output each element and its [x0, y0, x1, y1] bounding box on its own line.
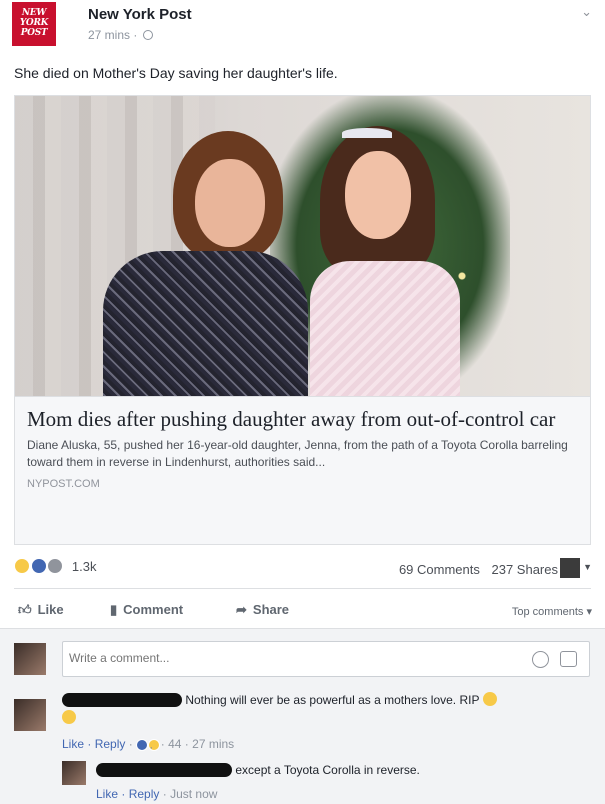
caret-down-icon: ▾ — [586, 606, 592, 618]
reply-1-meta: Like Reply Just now — [96, 787, 217, 801]
comment-input[interactable] — [69, 651, 509, 665]
link-text-area[interactable]: Mom dies after pushing daughter away fro… — [15, 396, 590, 544]
comment-sort-dropdown[interactable]: Top comments ▾ — [512, 605, 592, 618]
divider — [14, 588, 591, 589]
reply-like-link[interactable]: Like — [96, 787, 118, 801]
comment-1-meta: Like Reply 44 27 mins — [62, 737, 234, 751]
action-bar: 👍︎ Like ▮ Comment ➦ Share Top comments ▾ — [14, 596, 594, 624]
sad-emoji-icon — [482, 692, 497, 706]
comment-time[interactable]: 27 mins — [185, 737, 234, 751]
comment-reaction-count: 44 — [161, 737, 182, 751]
link-preview-card[interactable]: Mom dies after pushing daughter away fro… — [14, 95, 591, 545]
post-caption: She died on Mother's Day saving her daug… — [14, 65, 338, 81]
tiara — [342, 128, 392, 138]
new-york-post-logo[interactable]: NEW YORK POST — [12, 2, 56, 46]
like-label: Like — [37, 602, 64, 617]
avatar[interactable] — [62, 761, 86, 785]
link-preview-image[interactable] — [15, 96, 590, 396]
post-header: NEW YORK POST New York Post 27 mins · ⌄ — [12, 2, 592, 48]
reaction-icons[interactable] — [14, 558, 64, 574]
globe-icon — [142, 30, 153, 40]
comment-text: Nothing will ever be as powerful as a mo… — [185, 693, 480, 707]
page-name[interactable]: New York Post — [88, 6, 192, 23]
link-domain: NYPOST.COM — [27, 478, 100, 490]
thumbs-up-icon: 👍︎ — [18, 602, 32, 617]
post-stats: 1.3k 69 Comments 237 Shares ▼ — [14, 558, 594, 582]
comment-composer[interactable] — [62, 641, 590, 677]
sad-reaction-icon — [148, 739, 161, 751]
comments-count[interactable]: 69 Comments — [399, 562, 480, 577]
comment-label: Comment — [123, 602, 184, 617]
wow-reaction-icon — [47, 558, 64, 574]
sad-reaction-icon — [14, 558, 30, 574]
like-button[interactable]: 👍︎ Like — [18, 602, 64, 618]
share-label: Share — [252, 602, 290, 617]
avatar[interactable] — [14, 699, 46, 731]
daughter-figure — [290, 126, 480, 396]
shares-count[interactable]: 237 Shares — [492, 562, 559, 577]
comments-section: Nothing will ever be as powerful as a mo… — [0, 628, 605, 804]
mother-figure — [103, 131, 308, 396]
comment-icon: ▮ — [110, 602, 118, 617]
comment-sort-label: Top comments — [511, 606, 584, 618]
post-time[interactable]: 27 mins — [88, 28, 130, 42]
post-meta: 27 mins · — [88, 28, 153, 42]
reply-reply-link[interactable]: Reply — [121, 787, 159, 801]
like-reaction-icon — [136, 739, 149, 751]
comment-like-link[interactable]: Like — [62, 737, 84, 751]
comment-button[interactable]: ▮ Comment — [110, 602, 183, 618]
comment-reply-link[interactable]: Reply — [87, 737, 125, 751]
caret-down-icon[interactable]: ▼ — [583, 562, 592, 572]
share-button[interactable]: ➦ Share — [236, 602, 289, 618]
comment-1: Nothing will ever be as powerful as a mo… — [62, 691, 582, 727]
engagement-counts: 69 Comments 237 Shares — [399, 562, 558, 577]
facebook-post: NEW YORK POST New York Post 27 mins · ⌄ Sh… — [0, 0, 605, 804]
avatar[interactable] — [14, 643, 46, 675]
link-description: Diane Aluska, 55, pushed her 16-year-old… — [27, 438, 568, 469]
comment-reactions[interactable]: 44 — [125, 737, 185, 751]
like-reaction-icon — [30, 558, 47, 574]
sad-emoji-icon — [62, 710, 76, 724]
chevron-down-icon[interactable]: ⌄ — [581, 4, 592, 20]
redacted-name — [96, 763, 232, 777]
emoji-icon[interactable] — [532, 651, 549, 668]
avatar[interactable] — [560, 558, 580, 578]
redacted-name — [62, 693, 182, 707]
camera-icon[interactable] — [560, 651, 577, 667]
link-title[interactable]: Mom dies after pushing daughter away fro… — [27, 407, 557, 431]
reply-time[interactable]: Just now — [163, 787, 218, 801]
share-arrow-icon: ➦ — [236, 602, 247, 617]
reply-text: except a Toyota Corolla in reverse. — [235, 763, 420, 777]
reaction-count[interactable]: 1.3k — [72, 559, 97, 574]
reply-1: except a Toyota Corolla in reverse. — [96, 763, 420, 777]
